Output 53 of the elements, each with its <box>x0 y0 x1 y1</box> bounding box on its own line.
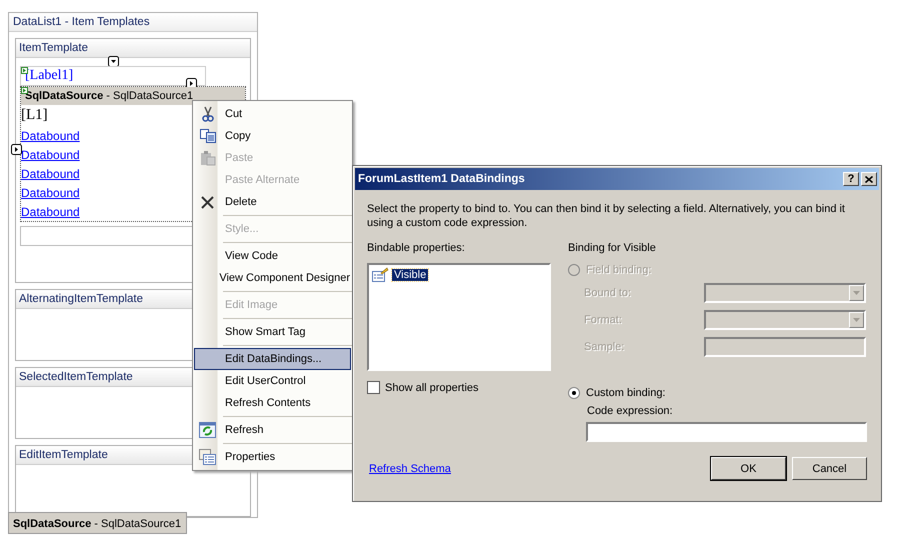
list-item[interactable]: Visible <box>392 269 428 281</box>
list-label: Bindable properties: <box>367 242 466 254</box>
menu-item[interactable]: Delete <box>194 191 351 213</box>
checkbox-label: Show all properties <box>385 382 479 394</box>
caret-icon <box>853 291 860 295</box>
menu-item[interactable]: Edit DataBindings... <box>194 348 351 370</box>
menu-item[interactable]: Refresh <box>194 419 351 441</box>
menu-item[interactable]: Cut <box>194 103 351 125</box>
scissors-icon <box>200 106 214 122</box>
code-expression-field[interactable] <box>586 422 867 442</box>
checkbox[interactable] <box>367 381 380 394</box>
instructions-text: Select the property to bind to. You can then bind it by selecting a field. Alternatively, you can bind it using a custom code expression. <box>367 202 846 230</box>
input-field[interactable] <box>704 337 866 357</box>
radio-button[interactable] <box>568 387 580 399</box>
template-header: ItemTemplate <box>16 39 250 58</box>
smart-tag-icon[interactable] <box>11 144 22 155</box>
smart-tag-icon[interactable] <box>186 78 197 89</box>
dialog-button[interactable]: OK <box>711 457 786 480</box>
databound-link[interactable]: Databound <box>21 164 80 183</box>
close-button[interactable] <box>861 172 877 186</box>
menu-item[interactable]: Show Smart Tag <box>194 321 351 343</box>
section-label: Binding for Visible <box>568 242 657 254</box>
copy-icon <box>200 129 216 143</box>
close-icon <box>865 176 873 182</box>
databound-link[interactable]: Databound <box>21 126 80 145</box>
dialog-button[interactable]: Cancel <box>792 457 867 480</box>
properties-list[interactable]: Visible <box>367 263 551 371</box>
refresh-schema-link[interactable]: Refresh Schema <box>369 462 705 474</box>
field-text: [L1] <box>21 106 48 125</box>
menu-item[interactable]: View Component Designer <box>194 267 351 289</box>
menu-item[interactable]: View Code <box>194 245 351 267</box>
clipboard-icon <box>200 150 216 166</box>
data-source-control[interactable]: SqlDataSource - SqlDataSource1 <box>21 87 245 105</box>
databound-link[interactable]: Databound <box>21 145 80 164</box>
databound-link[interactable]: Databound <box>21 202 80 221</box>
help-button[interactable]: ? <box>843 172 859 186</box>
caret-icon <box>853 318 860 322</box>
radio-label: Custom binding: <box>586 387 666 399</box>
glyph-icon <box>21 67 28 74</box>
delete-icon <box>201 196 214 208</box>
property-icon <box>371 267 389 283</box>
dropdown-field[interactable] <box>704 310 866 330</box>
menu-item[interactable]: Copy <box>194 125 351 147</box>
dropdown-field[interactable] <box>704 283 866 303</box>
field-label: Code expression: <box>586 405 674 417</box>
panel-title: DataList1 - Item Templates <box>9 13 257 32</box>
smart-tag-icon[interactable] <box>108 56 119 67</box>
databound-link[interactable]: Databound <box>21 183 80 202</box>
menu-item[interactable]: Refresh Contents <box>194 392 351 414</box>
refresh-icon <box>199 422 216 438</box>
dialog-title: ForumLastItem1 DataBindings <box>358 173 526 185</box>
component-tray-item[interactable]: SqlDataSource - SqlDataSource1 <box>8 512 187 534</box>
properties-icon <box>199 449 216 465</box>
